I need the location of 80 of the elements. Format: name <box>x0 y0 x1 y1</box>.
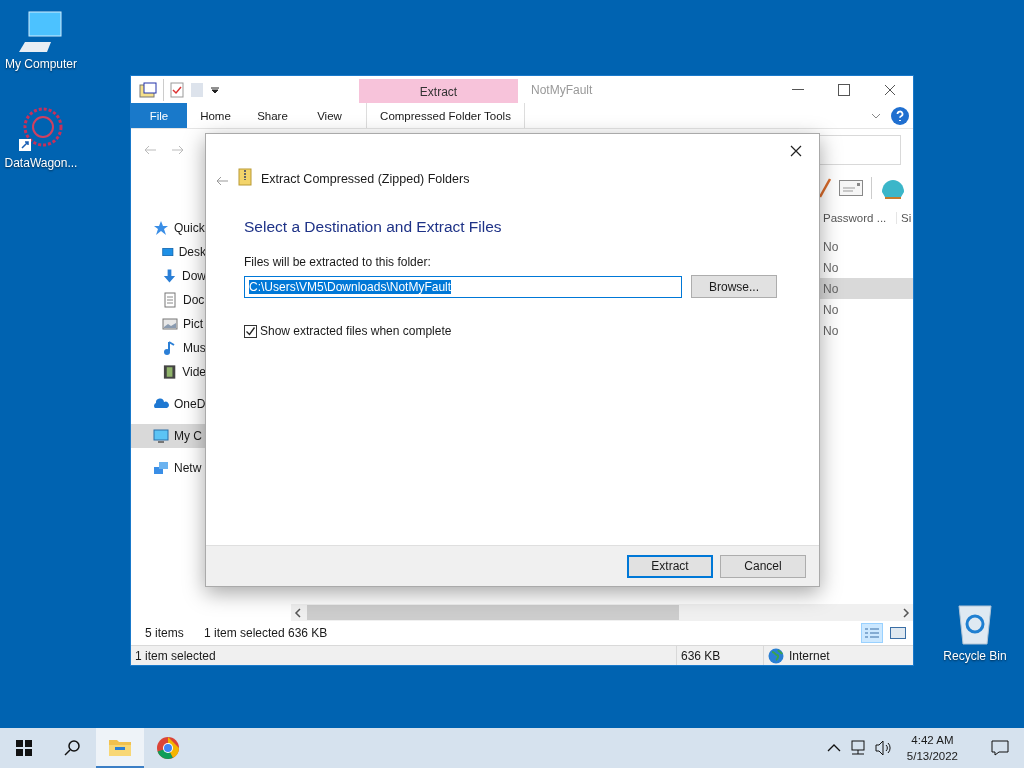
dialog-button[interactable]: Extract <box>627 554 713 578</box>
down-arrow-icon <box>162 268 177 284</box>
dialog-heading: Select a Destination and Extract Files <box>244 218 503 236</box>
speech-bubble-icon <box>991 740 1009 756</box>
speaker-icon[interactable] <box>874 740 893 756</box>
context-tab-header: Extract <box>359 79 518 103</box>
windows-logo-icon <box>16 740 32 756</box>
details-list-icon <box>864 627 880 639</box>
nav-pane-item[interactable]: Desk <box>131 240 206 264</box>
zipper-folder-icon <box>238 168 252 186</box>
network-graphic-icon <box>17 105 65 153</box>
ribbon-tab[interactable]: View <box>301 103 358 128</box>
star-icon <box>153 220 169 236</box>
status-selection: 1 item selected <box>135 648 216 663</box>
nav-pane-item[interactable]: My C <box>131 424 206 448</box>
nav-pane-item[interactable]: Mus <box>131 336 206 360</box>
thumbnail-icon <box>890 627 906 639</box>
computer-icon <box>17 10 65 54</box>
horizontal-scrollbar[interactable] <box>291 604 913 621</box>
film-icon <box>162 364 178 380</box>
nav-pane-item[interactable]: Netw <box>131 456 206 480</box>
status-size: 636 KB <box>681 648 721 663</box>
checkbox-label[interactable]: Show extracted files when complete <box>260 324 452 338</box>
browse-button[interactable]: Browse... <box>691 275 777 298</box>
ribbon-tab[interactable]: Share <box>244 103 301 128</box>
globe-icon <box>768 647 784 664</box>
dialog-button[interactable]: Cancel <box>720 554 806 578</box>
scrollbar-thumb[interactable] <box>307 605 679 620</box>
clock-time[interactable]: 4:42 AM <box>911 732 954 748</box>
minimize-icon <box>792 88 804 91</box>
zip-folder-icon[interactable] <box>139 81 157 98</box>
file-row[interactable]: No <box>819 299 913 320</box>
desktop-icon-label[interactable]: DataWagon... <box>4 156 78 170</box>
nav-pane-item[interactable]: Dow <box>131 264 206 288</box>
folder-icon <box>108 737 132 757</box>
document-icon <box>162 292 178 308</box>
file-row[interactable]: No <box>819 236 913 257</box>
dropdown-icon[interactable] <box>210 84 220 95</box>
file-row[interactable]: No <box>819 257 913 278</box>
column-header[interactable]: Si <box>897 212 912 224</box>
ribbon-tab[interactable]: Compressed Folder Tools <box>366 103 525 128</box>
selection-size: 636 KB <box>288 626 328 640</box>
file-row[interactable]: No <box>819 320 913 341</box>
picture-icon <box>162 316 178 332</box>
monitor-icon <box>153 428 169 444</box>
nav-pane-item[interactable]: OneD <box>131 392 206 416</box>
chrome-icon <box>156 736 180 760</box>
chevron-down-icon[interactable] <box>871 112 881 119</box>
close-icon <box>790 145 802 157</box>
nav-pane-item[interactable]: Vide <box>131 360 206 384</box>
back-arrow-icon[interactable] <box>215 176 229 186</box>
close-icon <box>884 83 896 96</box>
desktop-icon-label[interactable]: Recycle Bin <box>943 649 1007 663</box>
desktop-icon-label[interactable]: My Computer <box>5 57 77 71</box>
window-title: NotMyFault <box>530 81 594 99</box>
taskbar-app-button[interactable] <box>96 728 144 768</box>
pencil-icon[interactable] <box>819 177 831 198</box>
file-row[interactable]: No <box>819 278 913 299</box>
item-count: 5 items <box>145 626 185 640</box>
nav-pane-item[interactable]: Quick <box>131 216 206 240</box>
security-zone: Internet <box>789 648 830 663</box>
nav-pane-item[interactable]: Pict <box>131 312 206 336</box>
field-label: Files will be extracted to this folder: <box>244 255 432 269</box>
ribbon-tab[interactable]: Home <box>187 103 244 128</box>
destination-path-field[interactable]: C:\Users\VM5\Downloads\NotMyFault <box>244 275 682 298</box>
network-icon[interactable] <box>848 740 867 756</box>
chevron-up-icon[interactable] <box>826 743 841 753</box>
envelope-icon[interactable] <box>839 179 863 196</box>
search-icon <box>63 739 81 757</box>
checkbox[interactable] <box>244 324 257 338</box>
network-icon <box>153 460 169 476</box>
nav-pane-item[interactable]: Doc <box>131 288 206 312</box>
dialog-title: Extract Compressed (Zipped) Folders <box>261 172 470 186</box>
properties-icon[interactable] <box>170 81 184 98</box>
maximize-icon <box>838 83 850 96</box>
checkmark-icon <box>245 325 256 337</box>
clock-date[interactable]: 5/13/2022 <box>906 748 958 764</box>
help-icon[interactable] <box>891 106 909 125</box>
ribbon-tab[interactable]: File <box>131 103 187 128</box>
selection-count: 1 item selected <box>204 626 286 640</box>
